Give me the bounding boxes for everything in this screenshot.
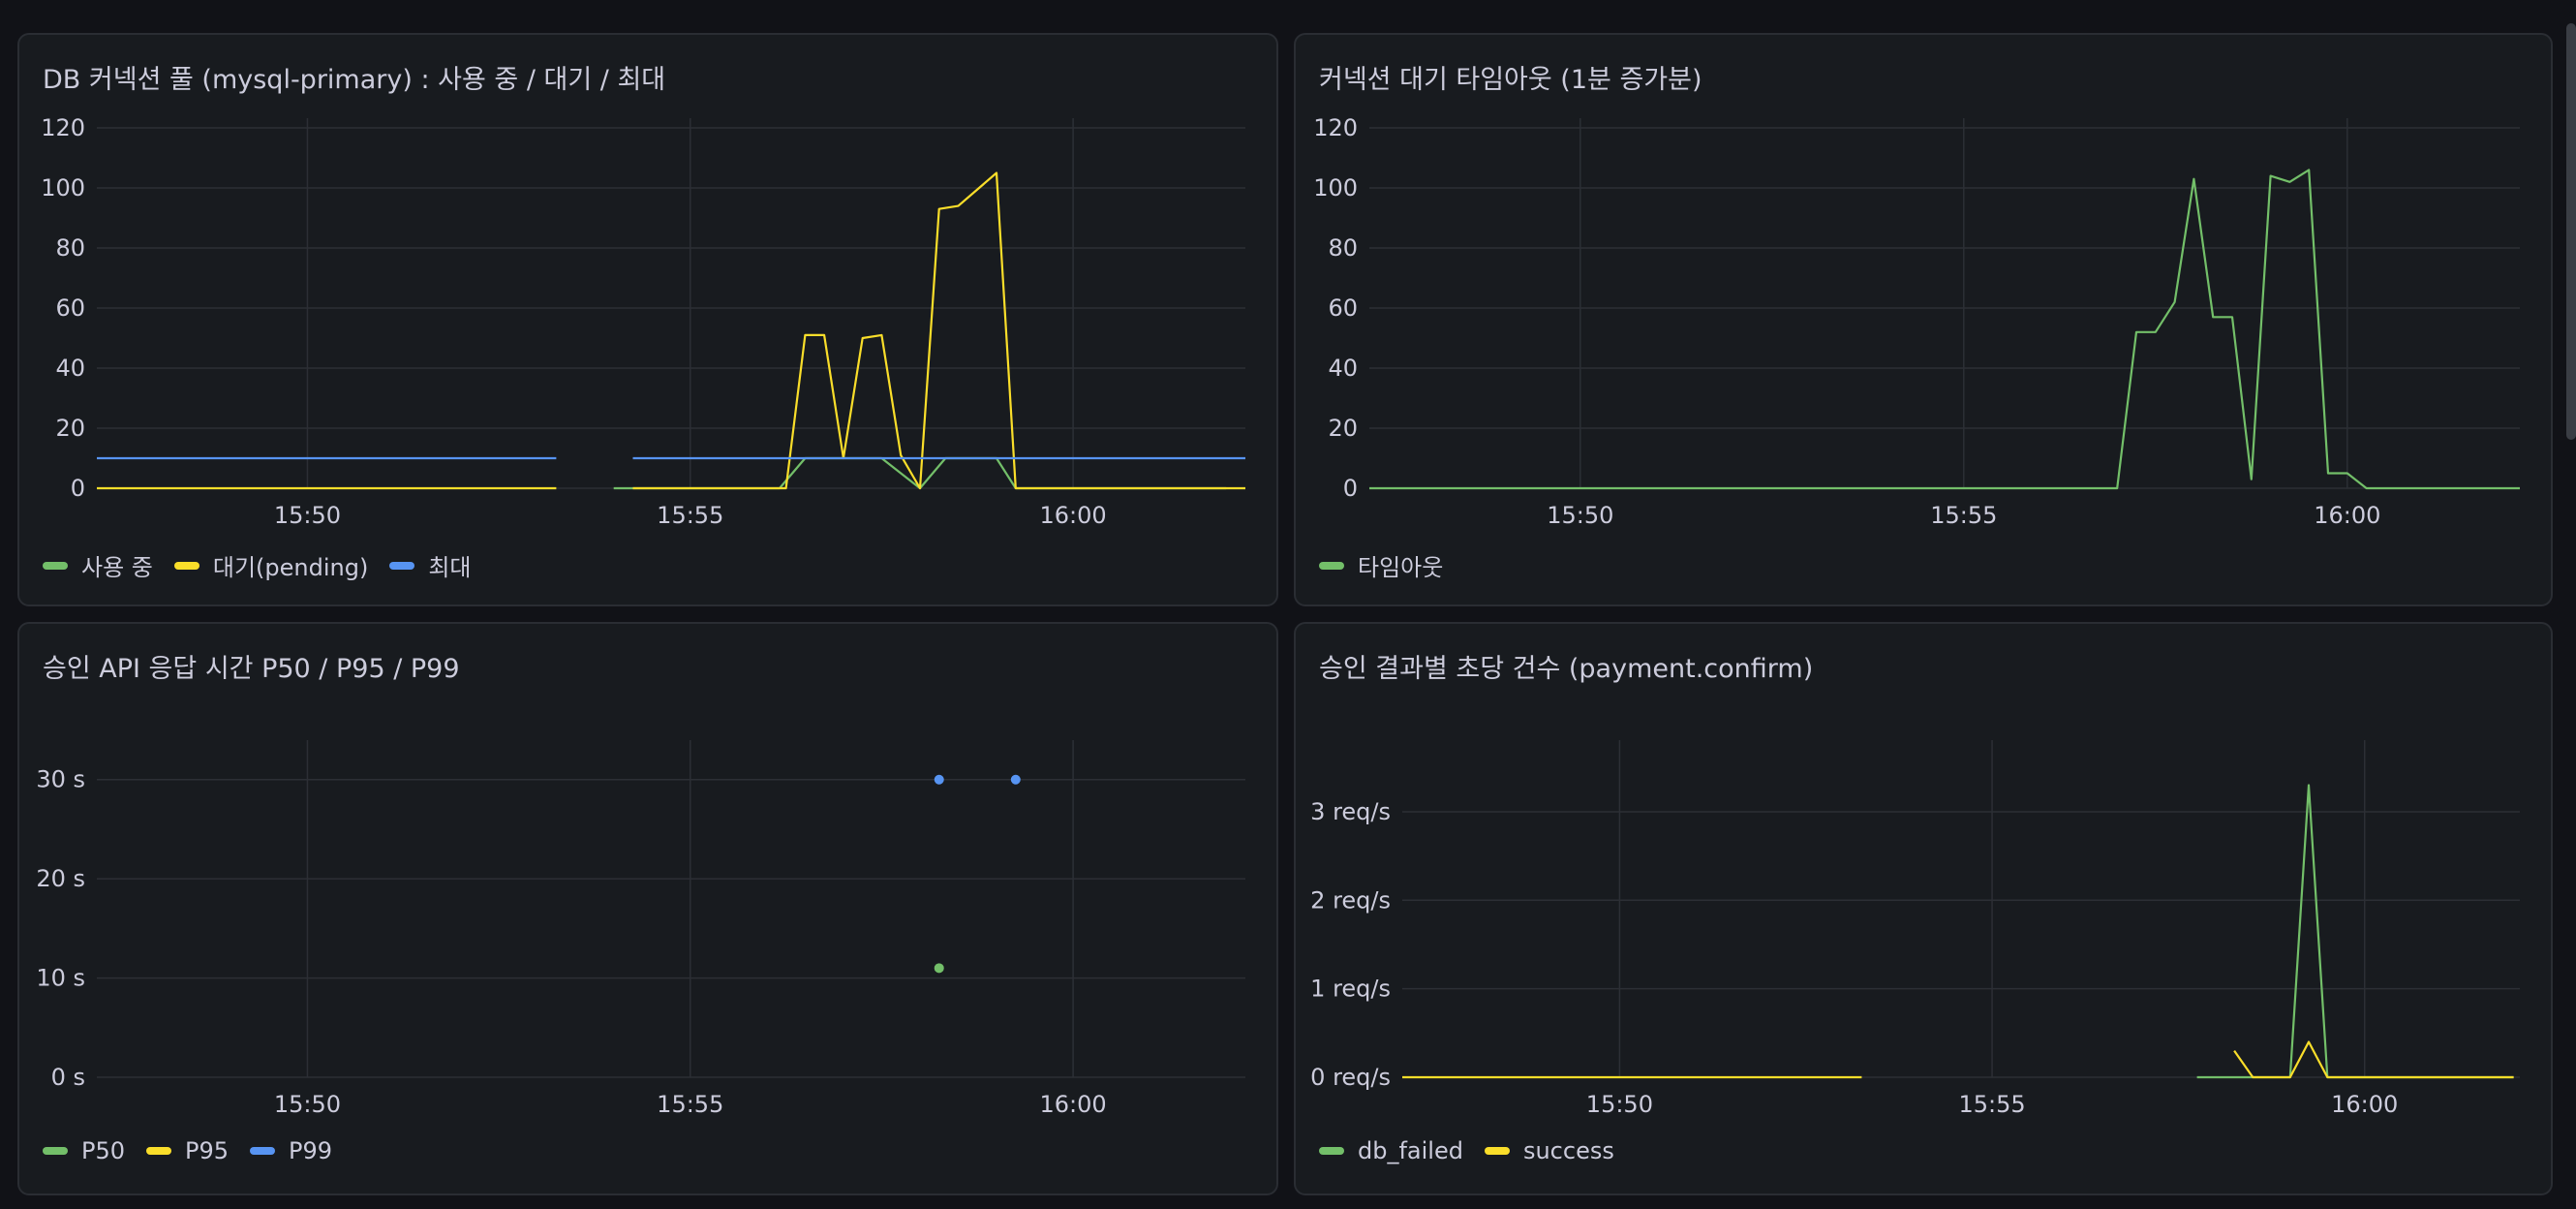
x-tick-label: 16:00 xyxy=(1040,502,1107,529)
legend-label: 대기(pending) xyxy=(212,554,369,581)
chart-api-latency: 0 s 10 s 20 s 30 s 15:50 15:55 16:00 xyxy=(36,740,1245,1118)
y-tick-label: 120 xyxy=(41,114,85,141)
y-tick-label: 30 s xyxy=(36,766,85,793)
y-tick-label: 20 xyxy=(55,415,85,442)
legend-label: 최대 xyxy=(428,554,472,581)
legend-swatch xyxy=(43,561,68,570)
legend-label: db_failed xyxy=(1358,1137,1463,1164)
legend: 타임아웃 xyxy=(1319,548,1443,582)
chart-db-connection-pool: 0 20 40 60 80 100 120 15:50 15:55 16:00 xyxy=(41,114,1245,529)
y-tick-label: 40 xyxy=(55,355,85,382)
x-tick-label: 15:50 xyxy=(274,502,341,529)
x-tick-label: 15:50 xyxy=(1547,502,1613,529)
legend-label: P99 xyxy=(289,1137,333,1164)
legend-item-in-use[interactable]: 사용 중 xyxy=(43,548,153,582)
x-tick-label: 16:00 xyxy=(2314,502,2380,529)
legend-swatch xyxy=(173,561,199,570)
page-scrollbar[interactable] xyxy=(2566,23,2576,440)
legend-label: P95 xyxy=(185,1137,230,1164)
series-line xyxy=(2196,784,2514,1079)
series-line xyxy=(2233,1040,2514,1079)
y-tick-label: 100 xyxy=(1313,174,1358,202)
x-tick-label: 16:00 xyxy=(2331,1091,2398,1118)
dashboard-grid: DB 커넥션 풀 (mysql-primary) : 사용 중 / 대기 / 최… xyxy=(0,0,2576,1209)
legend-label: 사용 중 xyxy=(81,554,153,581)
legend-swatch xyxy=(43,1147,68,1155)
legend-item-p95[interactable]: P95 xyxy=(146,1137,229,1164)
data-point xyxy=(934,774,944,785)
y-tick-label: 120 xyxy=(1313,114,1358,141)
data-point xyxy=(1010,774,1021,785)
chart-connection-timeout: 0 20 40 60 80 100 120 15:50 15:55 16:00 xyxy=(1313,114,2520,529)
y-tick-label: 80 xyxy=(55,234,85,262)
legend-swatch xyxy=(1484,1147,1510,1155)
y-tick-label: 20 s xyxy=(36,865,85,892)
legend-item-success[interactable]: success xyxy=(1484,1137,1614,1164)
panel-api-latency[interactable]: 승인 API 응답 시간 P50 / P95 / P99 0 s 10 s 20 s… xyxy=(17,622,1278,1195)
legend-item-max[interactable]: 최대 xyxy=(389,548,472,582)
x-tick-label: 16:00 xyxy=(1040,1091,1107,1118)
legend: P50 P95 P99 xyxy=(43,1137,332,1164)
y-tick-label: 0 xyxy=(71,475,85,502)
x-tick-label: 15:55 xyxy=(1958,1091,2025,1118)
panel-connection-timeout[interactable]: 커넥션 대기 타임아웃 (1분 증가분) 0 20 40 60 80 100 120 15:5… xyxy=(1294,33,2553,606)
panel-db-connection-pool[interactable]: DB 커넥션 풀 (mysql-primary) : 사용 중 / 대기 / 최… xyxy=(17,33,1278,606)
legend-item-timeout[interactable]: 타임아웃 xyxy=(1319,548,1443,582)
legend-item-p50[interactable]: P50 xyxy=(43,1137,125,1164)
y-tick-label: 1 req/s xyxy=(1310,976,1391,1003)
legend-label: success xyxy=(1522,1137,1614,1164)
x-tick-label: 15:55 xyxy=(1930,502,1997,529)
legend-label: P50 xyxy=(81,1137,126,1164)
legend-item-p99[interactable]: P99 xyxy=(250,1137,332,1164)
x-tick-label: 15:50 xyxy=(274,1091,341,1118)
data-point xyxy=(934,963,944,974)
y-tick-label: 80 xyxy=(1328,234,1358,262)
legend-item-pending[interactable]: 대기(pending) xyxy=(173,548,369,582)
x-tick-label: 15:50 xyxy=(1586,1091,1653,1118)
legend-swatch xyxy=(146,1147,172,1155)
legend-swatch xyxy=(250,1147,276,1155)
panel-confirm-result-rate[interactable]: 승인 결과별 초당 건수 (payment.confirm) 0 req/s 1 … xyxy=(1294,622,2553,1195)
legend-swatch xyxy=(1319,561,1344,570)
x-tick-label: 15:55 xyxy=(657,502,723,529)
y-tick-label: 0 s xyxy=(51,1064,85,1091)
y-tick-label: 10 s xyxy=(36,965,85,992)
y-tick-label: 0 req/s xyxy=(1310,1064,1391,1091)
legend: 사용 중 대기(pending) 최대 xyxy=(43,548,472,582)
y-tick-label: 100 xyxy=(41,174,85,202)
y-tick-label: 20 xyxy=(1328,415,1358,442)
y-tick-label: 3 req/s xyxy=(1310,798,1391,825)
y-tick-label: 2 req/s xyxy=(1310,886,1391,914)
legend-swatch xyxy=(389,561,415,570)
x-tick-label: 15:55 xyxy=(657,1091,723,1118)
series-line xyxy=(632,171,1245,490)
y-tick-label: 0 xyxy=(1343,475,1358,502)
y-tick-label: 40 xyxy=(1328,355,1358,382)
y-tick-label: 60 xyxy=(55,294,85,322)
legend-item-db-failed[interactable]: db_failed xyxy=(1319,1137,1463,1164)
legend: db_failed success xyxy=(1319,1137,1614,1164)
legend-label: 타임아웃 xyxy=(1358,554,1444,581)
legend-swatch xyxy=(1319,1147,1344,1155)
y-tick-label: 60 xyxy=(1328,294,1358,322)
chart-confirm-result-rate: 0 req/s 1 req/s 2 req/s 3 req/s 15:50 15:55 16… xyxy=(1310,740,2520,1118)
